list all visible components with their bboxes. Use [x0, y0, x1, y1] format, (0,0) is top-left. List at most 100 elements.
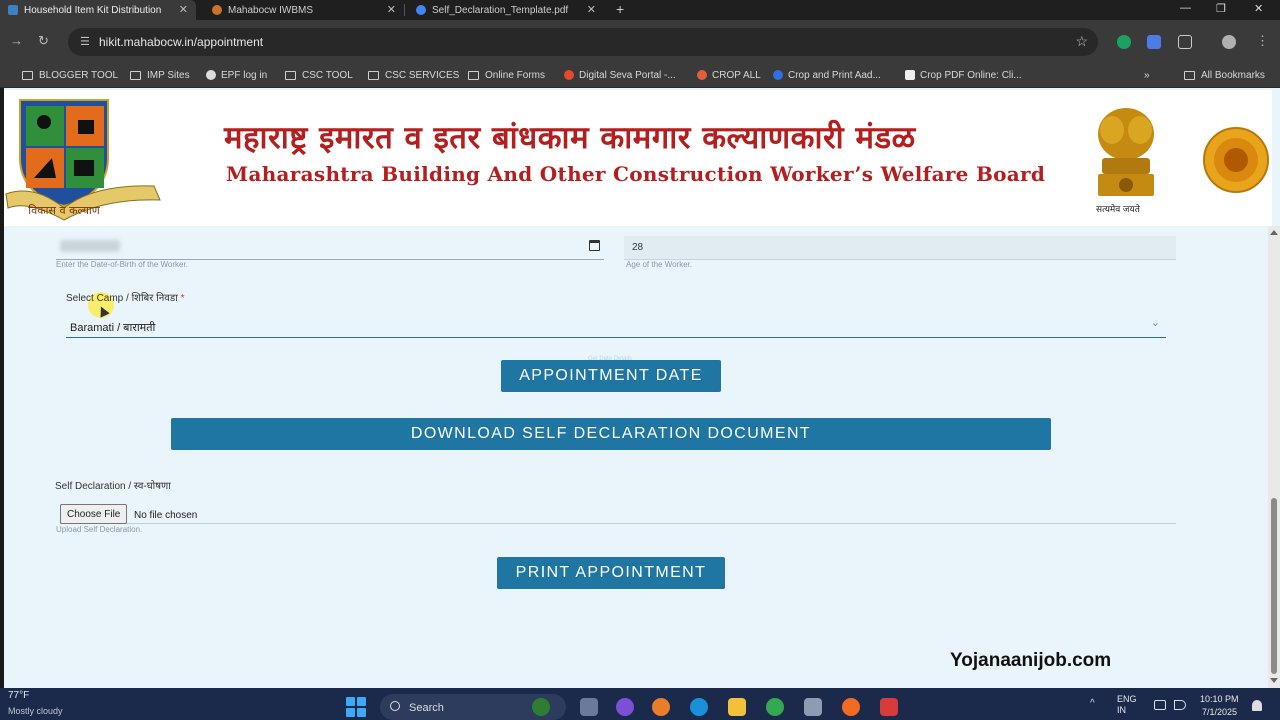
grammarly-extension-icon[interactable] [1117, 35, 1131, 49]
board-title-marathi: महाराष्ट्र इमारत व इतर बांधकाम कामगार कल… [224, 120, 916, 156]
board-title-english: Maharashtra Building And Other Construct… [226, 162, 1046, 186]
digital-seva-icon [564, 70, 574, 80]
clock-time[interactable]: 10:10 PM [1200, 694, 1239, 704]
tab-label: Self_Declaration_Template.pdf [432, 4, 569, 16]
bookmark-crop-all[interactable]: CROP ALL [697, 68, 761, 82]
camp-selected-value: Baramati / बारामती [70, 322, 156, 334]
store-icon[interactable] [804, 698, 822, 716]
required-asterisk: * [180, 293, 185, 304]
bookmark-label: CROP ALL [712, 69, 761, 81]
close-tab-icon[interactable]: ✕ [387, 3, 396, 16]
bookmark-digital-seva-portal[interactable]: Digital Seva Portal -... [564, 68, 676, 82]
volume-icon[interactable] [1174, 700, 1186, 710]
chrome-icon[interactable] [766, 698, 784, 716]
more-bookmarks-chevron[interactable]: » [1144, 68, 1150, 82]
scroll-thumb[interactable] [1271, 498, 1277, 674]
folder-icon [285, 70, 296, 80]
bookmark-label: Online Forms [485, 69, 546, 81]
site-info-icon[interactable]: ☰ [80, 35, 92, 48]
copilot-icon[interactable] [652, 698, 670, 716]
download-self-declaration-button[interactable]: DOWNLOAD SELF DECLARATION DOCUMENT [171, 418, 1051, 450]
bookmarks-bar: BLOGGER TOOL IMP Sites EPF log in CSC TO… [0, 62, 1280, 88]
dob-hint: Enter the Date-of-Birth of the Worker. [56, 260, 188, 269]
choose-file-button[interactable]: Choose File [60, 504, 128, 524]
scroll-down-arrow-icon[interactable] [1270, 678, 1278, 683]
weather-description[interactable]: Mostly cloudy [8, 706, 63, 716]
chevron-down-icon[interactable]: ⌄ [1151, 316, 1160, 329]
chevron-up-icon[interactable]: ^ [1090, 698, 1095, 709]
address-bar[interactable]: ☰ hikit.mahabocw.in/appointment ☆ [68, 28, 1098, 56]
task-view-icon[interactable] [580, 698, 598, 716]
bookmark-csc-tool[interactable]: CSC TOOL [285, 68, 353, 82]
profile-avatar-icon[interactable] [1222, 35, 1236, 49]
site-favicon-icon [8, 5, 18, 15]
network-icon[interactable] [1154, 700, 1166, 710]
file-status: No file chosen [134, 510, 198, 521]
notification-bell-icon[interactable] [1252, 700, 1262, 711]
calendar-icon[interactable] [589, 240, 600, 251]
appointment-date-button[interactable]: APPOINTMENT DATE [501, 360, 721, 392]
appointment-form: Enter the Date-of-Birth of the Worker. 2… [4, 226, 1268, 688]
input-language[interactable]: ENG IN [1117, 694, 1137, 716]
region-code: IN [1117, 705, 1126, 715]
camp-label-text: Select Camp / शिबिर निवडा [66, 293, 178, 304]
tab-household-item-kit[interactable]: Household Item Kit Distribution ✕ [0, 0, 196, 20]
windows-start-icon[interactable] [346, 697, 366, 717]
browser-toolbar: → ↻ ☰ hikit.mahabocw.in/appointment ☆ ⋮ [0, 20, 1280, 62]
page-scrollbar[interactable] [1268, 226, 1280, 688]
bookmark-epf-log-in[interactable]: EPF log in [206, 68, 267, 82]
bookmark-online-forms[interactable]: Online Forms [468, 68, 545, 82]
camp-select[interactable]: Baramati / बारामती ⌄ [66, 314, 1166, 338]
clock-date[interactable]: 7/1/2025 [1202, 707, 1237, 717]
scroll-up-arrow-icon[interactable] [1270, 230, 1278, 235]
print-appointment-button[interactable]: PRINT APPOINTMENT [497, 557, 725, 589]
tab-label: Household Item Kit Distribution [24, 4, 162, 16]
satyamev-jayate-caption: सत्यमेव जयते [1096, 204, 1140, 214]
url-text[interactable]: hikit.mahabocw.in/appointment [99, 35, 263, 49]
close-tab-icon[interactable]: ✕ [179, 3, 188, 16]
menu-kebab-icon[interactable]: ⋮ [1256, 33, 1269, 49]
all-bookmarks-folder[interactable]: All Bookmarks [1184, 68, 1265, 82]
maharashtra-seal-icon [1203, 127, 1269, 193]
lang-code: ENG [1117, 694, 1137, 704]
self-declaration-file-input[interactable]: Choose File No file chosen [60, 502, 1176, 524]
folder-icon [468, 70, 479, 80]
chrome-favicon-icon [416, 5, 426, 15]
age-value: 28 [632, 242, 644, 253]
weather-temperature[interactable]: 77°F [8, 690, 29, 701]
leaf-app-icon[interactable] [532, 698, 550, 716]
reload-icon[interactable]: ↻ [38, 33, 49, 49]
restore-icon[interactable]: ❐ [1216, 2, 1226, 15]
recorder-icon[interactable] [880, 698, 898, 716]
browser-tab-strip: Household Item Kit Distribution ✕ Mahabo… [0, 0, 1280, 20]
tab-mahabocw-iwbms[interactable]: Mahabocw IWBMS ✕ [204, 0, 404, 20]
new-tab-button[interactable]: + [616, 1, 624, 17]
minimize-icon[interactable]: — [1180, 2, 1191, 14]
camp-label: Select Camp / शिबिर निवडा * [66, 290, 184, 304]
teams-icon[interactable] [616, 698, 634, 716]
extensions-puzzle-icon[interactable] [1178, 35, 1192, 49]
screen: Household Item Kit Distribution ✕ Mahabo… [0, 0, 1280, 720]
edge-icon[interactable] [690, 698, 708, 716]
bookmark-csc-services[interactable]: CSC SERVICES [368, 68, 459, 82]
bookmark-blogger-tool[interactable]: BLOGGER TOOL [22, 68, 118, 82]
worker-favicon-icon [212, 5, 222, 15]
tab-label: Mahabocw IWBMS [228, 4, 314, 16]
bookmark-imp-sites[interactable]: IMP Sites [130, 68, 190, 82]
bookmark-label: Crop and Print Aad... [788, 69, 881, 81]
date-of-birth-input[interactable] [56, 236, 604, 260]
file-explorer-icon[interactable] [728, 698, 746, 716]
bookmark-star-icon[interactable]: ☆ [1075, 33, 1088, 50]
upload-hint: Upload Self Declaration. [56, 525, 143, 534]
close-tab-icon[interactable]: ✕ [587, 3, 596, 16]
tab-self-declaration-pdf[interactable]: Self_Declaration_Template.pdf ✕ [408, 0, 604, 20]
bookmark-label: BLOGGER TOOL [39, 69, 119, 81]
firefox-icon[interactable] [842, 698, 860, 716]
bookmark-crop-and-print-aadhaar[interactable]: Crop and Print Aad... [773, 68, 881, 82]
translate-extension-icon[interactable] [1147, 35, 1161, 49]
windows-taskbar: 77°F Mostly cloudy Search ^ ENG IN 10:10 … [0, 688, 1280, 720]
close-window-icon[interactable]: ✕ [1254, 2, 1263, 15]
bookmark-crop-pdf-online[interactable]: Crop PDF Online: Cli... [905, 68, 1022, 82]
bookmark-label: IMP Sites [147, 69, 190, 81]
forward-icon[interactable]: → [10, 33, 23, 48]
